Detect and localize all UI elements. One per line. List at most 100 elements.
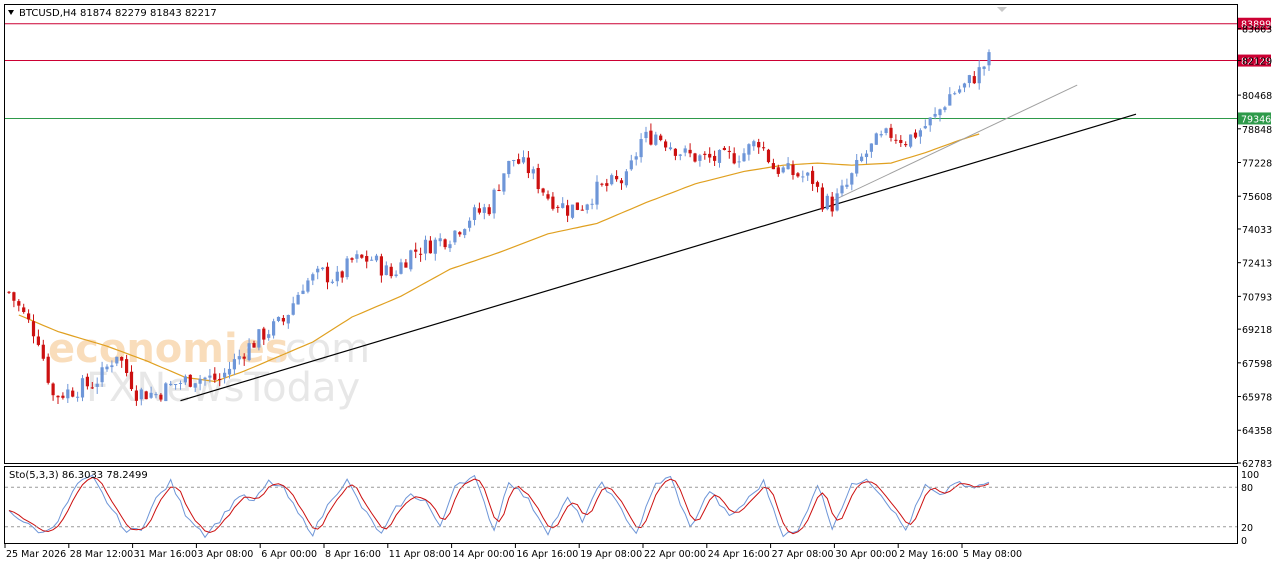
candle-body <box>874 133 878 145</box>
candle-body <box>570 204 575 218</box>
candle-body <box>56 395 60 398</box>
candle-body <box>419 253 423 255</box>
candle-body <box>433 239 437 254</box>
candle-body <box>27 313 31 320</box>
candle-body <box>105 366 109 370</box>
candle-body <box>664 141 668 148</box>
candle-body <box>556 206 560 208</box>
candle-body <box>644 131 648 139</box>
candle-body <box>566 205 570 216</box>
price-tick-label: 80468 <box>1242 91 1272 102</box>
stoch-tick-label: 0 <box>1241 536 1247 547</box>
candle-body <box>311 274 315 281</box>
candle-body <box>423 239 428 254</box>
time-tick-label: 24 Apr 16:00 <box>708 549 770 560</box>
candle-body <box>693 153 697 162</box>
candle-body <box>923 126 927 129</box>
candle-body <box>546 194 550 199</box>
candle-body <box>125 359 129 373</box>
candle-body <box>938 109 942 116</box>
candle-body <box>869 143 873 152</box>
candle-body <box>85 376 89 387</box>
candle-body <box>909 134 913 147</box>
candle-body <box>330 281 334 283</box>
candle-body <box>850 173 854 185</box>
candle-body <box>22 307 26 313</box>
candle-body <box>178 382 183 384</box>
candle-body <box>129 371 134 390</box>
candle-body <box>649 130 653 145</box>
candle-body <box>95 383 99 387</box>
candle-body <box>683 148 687 153</box>
candle-body <box>193 383 197 388</box>
candle-body <box>360 254 364 258</box>
candle-body <box>786 163 790 170</box>
candle-body <box>237 356 241 360</box>
candle-body <box>31 321 36 337</box>
candle-body <box>771 163 775 170</box>
candle-body <box>918 130 922 137</box>
candle-body <box>717 149 722 163</box>
candle-body <box>629 160 633 170</box>
candle-body <box>296 294 300 305</box>
time-tick-label: 25 Mar 2026 <box>6 549 66 560</box>
candle-body <box>71 390 75 397</box>
candle-body <box>370 259 374 261</box>
candle-body <box>164 383 168 402</box>
candle-body <box>286 315 290 324</box>
candle-body <box>595 181 599 205</box>
candle-body <box>561 203 565 208</box>
candle-body <box>688 149 692 154</box>
candle-body <box>703 153 707 155</box>
candle-body <box>110 365 114 368</box>
candle-body <box>203 377 207 380</box>
candle-body <box>948 94 952 106</box>
candle-body <box>762 147 766 149</box>
candle-body <box>281 317 285 322</box>
candle-body <box>512 160 516 162</box>
candle-body <box>835 193 839 211</box>
candle-body <box>972 76 976 84</box>
candle-body <box>659 135 663 141</box>
time-tick-label: 22 Apr 00:00 <box>644 549 706 560</box>
candle-body <box>80 378 85 398</box>
candle-body <box>463 229 467 236</box>
candle-body <box>453 230 457 243</box>
candle-body <box>384 265 388 276</box>
candle-body <box>227 368 232 375</box>
price-tick-label: 83663 <box>1242 25 1272 36</box>
candle-body <box>610 175 614 185</box>
candle-body <box>169 383 173 386</box>
price-tick-label: 72413 <box>1242 259 1272 270</box>
time-tick-label: 30 Apr 00:00 <box>835 549 897 560</box>
candle-body <box>267 334 271 338</box>
candle-body <box>791 164 795 176</box>
candle-body <box>913 132 918 138</box>
time-tick-label: 8 Apr 16:00 <box>325 549 381 560</box>
candle-body <box>345 258 349 278</box>
candle-body <box>742 153 746 162</box>
candle-body <box>272 321 276 336</box>
candle-body <box>154 394 158 396</box>
candle-body <box>766 149 771 163</box>
chart-root: economies .com FXNewsToday 8389982129793… <box>0 0 1280 567</box>
price-tick-label: 77228 <box>1242 159 1272 170</box>
candle-body <box>967 75 971 84</box>
candle-body <box>624 171 628 186</box>
candle-body <box>355 254 359 259</box>
candle-body <box>987 52 991 66</box>
candle-body <box>497 189 501 191</box>
candle-body <box>507 160 511 175</box>
time-tick-label: 11 Apr 08:00 <box>389 549 451 560</box>
candle-body <box>183 376 187 383</box>
candle-body <box>443 239 447 248</box>
candle-body <box>933 113 937 117</box>
candle-body <box>198 378 202 384</box>
candle-body <box>781 167 785 173</box>
candle-body <box>899 139 903 143</box>
price-tick-label: 67598 <box>1242 359 1272 370</box>
candle-body <box>639 139 643 158</box>
candle-body <box>904 144 908 146</box>
candle-body <box>404 262 408 268</box>
candle-body <box>708 153 712 158</box>
